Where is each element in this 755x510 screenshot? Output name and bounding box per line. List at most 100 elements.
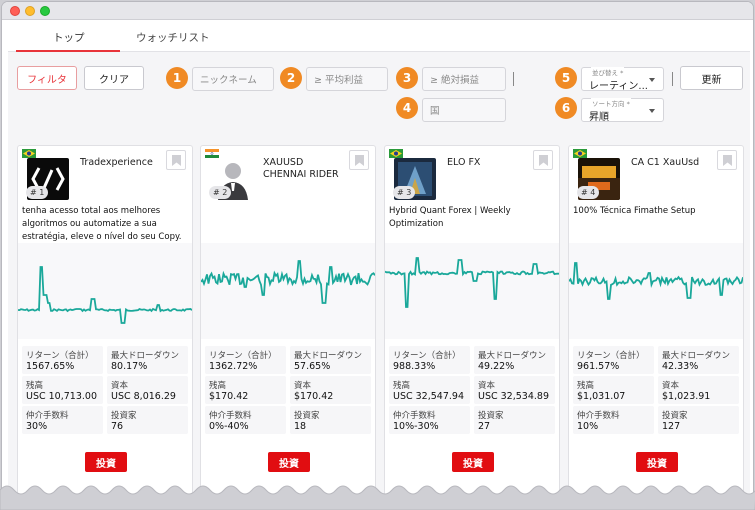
tab-bar: トップ ウォッチリスト	[8, 20, 750, 52]
app-content: トップ ウォッチリスト フィルタ クリア 1 ニックネーム 2 ≥ 平均利益 3…	[8, 20, 750, 500]
sort-by-label: 並び替え *	[591, 67, 625, 77]
close-window-button[interactable]	[10, 6, 20, 16]
strategy-card[interactable]: # 2 XAUUSD CHENNAI RIDER リターン（合計） 1362.72…	[200, 145, 376, 500]
invest-button[interactable]: 投資	[452, 452, 494, 472]
bookmark-button[interactable]	[166, 150, 186, 170]
stat-fee: 仲介手数料 10%-30%	[389, 406, 470, 434]
bookmark-button[interactable]	[533, 150, 553, 170]
strategy-name[interactable]: CA C1 XauUsd	[631, 157, 711, 169]
stat-value: 961.57%	[577, 361, 620, 372]
stat-value: 30%	[26, 421, 48, 432]
invest-button[interactable]: 投資	[268, 452, 310, 472]
india-flag-icon	[205, 149, 219, 158]
country-input[interactable]: 国	[422, 98, 506, 122]
stat-label: 最大ドローダウン	[662, 351, 731, 361]
stat-fee: 仲介手数料 10%	[573, 406, 654, 434]
stat-drawdown: 最大ドローダウン 42.33%	[658, 346, 739, 374]
nickname-input[interactable]: ニックネーム	[192, 67, 274, 91]
stat-fee: 仲介手数料 0%-40%	[205, 406, 286, 434]
stat-investors: 投資家 27	[474, 406, 555, 434]
app-window: トップ ウォッチリスト フィルタ クリア 1 ニックネーム 2 ≥ 平均利益 3…	[1, 1, 754, 501]
strategy-card[interactable]: # 4 CA C1 XauUsd 100% Técnica Fimathe Se…	[568, 145, 744, 500]
avg-profit-input[interactable]: ≥ 平均利益	[306, 67, 388, 91]
stat-balance: 残高 USC 32,547.94	[389, 376, 470, 404]
stat-value: USC 10,713.00	[26, 391, 97, 402]
stat-label: 仲介手数料	[26, 411, 69, 421]
stat-label: 資本	[294, 381, 312, 391]
stat-capital: 資本 USC 8,016.29	[107, 376, 188, 404]
chart-line	[569, 262, 743, 300]
badge-1: 1	[166, 67, 188, 89]
stat-drawdown: 最大ドローダウン 49.22%	[474, 346, 555, 374]
badge-3: 3	[396, 67, 418, 89]
badge-5: 5	[555, 67, 577, 89]
brazil-flag-icon	[22, 149, 36, 158]
active-tab-indicator	[16, 50, 120, 52]
sort-by-value: レーティン...	[589, 81, 648, 92]
stat-return: リターン（合計） 1567.65%	[22, 346, 103, 374]
stat-label: リターン（合計）	[26, 351, 94, 361]
stat-label: 残高	[393, 381, 411, 391]
clear-button[interactable]: クリア	[84, 66, 144, 90]
stat-label: 資本	[662, 381, 680, 391]
stat-label: 投資家	[111, 411, 137, 421]
minimize-window-button[interactable]	[25, 6, 35, 16]
stat-value: 10%	[577, 421, 599, 432]
stat-investors: 投資家 76	[107, 406, 188, 434]
stat-return: リターン（合計） 1362.72%	[205, 346, 286, 374]
torn-edge	[0, 485, 755, 510]
chart-line	[18, 266, 192, 324]
stat-value: 49.22%	[478, 361, 515, 372]
invest-button[interactable]: 投資	[636, 452, 678, 472]
stat-value: 1362.72%	[209, 361, 258, 372]
stat-drawdown: 最大ドローダウン 80.17%	[107, 346, 188, 374]
stat-value: 18	[294, 421, 307, 432]
badge-2: 2	[280, 67, 302, 89]
stat-return: リターン（合計） 961.57%	[573, 346, 654, 374]
stat-value: USC 32,534.89	[478, 391, 549, 402]
abs-pl-input[interactable]: ≥ 絶対損益	[422, 67, 506, 91]
tab-watchlist[interactable]: ウォッチリスト	[136, 30, 210, 45]
stat-balance: 残高 USC 10,713.00	[22, 376, 103, 404]
bookmark-icon	[355, 155, 364, 166]
sort-direction-select[interactable]: ソート方向 * 昇順	[581, 98, 664, 123]
stat-label: 仲介手数料	[393, 411, 436, 421]
stat-value: USC 32,547.94	[393, 391, 464, 402]
strategy-description: tenha acesso total aos melhores algoritm…	[22, 206, 182, 242]
performance-chart	[201, 243, 375, 339]
stat-capital: 資本 $1,023.91	[658, 376, 739, 404]
rank-badge: # 2	[209, 186, 232, 199]
bookmark-button[interactable]	[717, 150, 737, 170]
title-bar	[2, 2, 753, 20]
stat-label: 最大ドローダウン	[478, 351, 547, 361]
stat-label: 資本	[111, 381, 129, 391]
bookmark-icon	[172, 155, 181, 166]
rank-badge: # 1	[26, 186, 49, 199]
stat-label: 最大ドローダウン	[111, 351, 180, 361]
stat-value: 127	[662, 421, 681, 432]
strategy-name[interactable]: Tradexperience	[80, 157, 160, 169]
stat-balance: 残高 $1,031.07	[573, 376, 654, 404]
filter-button[interactable]: フィルタ	[17, 66, 77, 90]
stat-investors: 投資家 18	[290, 406, 371, 434]
update-button[interactable]: 更新	[680, 66, 743, 90]
sort-by-select[interactable]: 並び替え * レーティン...	[581, 67, 664, 92]
stat-label: 仲介手数料	[209, 411, 252, 421]
bookmark-button[interactable]	[349, 150, 369, 170]
strategy-name[interactable]: XAUUSD CHENNAI RIDER	[263, 157, 343, 181]
stat-label: 投資家	[478, 411, 504, 421]
chevron-down-icon	[649, 109, 655, 113]
invest-button[interactable]: 投資	[85, 452, 127, 472]
sort-direction-label: ソート方向 *	[591, 98, 631, 108]
tab-top[interactable]: トップ	[53, 30, 85, 45]
rank-badge: # 4	[577, 186, 600, 199]
strategy-card[interactable]: # 1 Tradexperience tenha acesso total ao…	[17, 145, 193, 500]
strategy-card[interactable]: # 3 ELO FX Hybrid Quant Forex | Weekly O…	[384, 145, 560, 500]
stat-value: $170.42	[209, 391, 249, 402]
stat-label: 仲介手数料	[577, 411, 620, 421]
maximize-window-button[interactable]	[40, 6, 50, 16]
stat-label: リターン（合計）	[209, 351, 277, 361]
strategy-name[interactable]: ELO FX	[447, 157, 527, 169]
strategy-description: 100% Técnica Fimathe Setup	[573, 206, 696, 216]
stat-label: リターン（合計）	[577, 351, 645, 361]
